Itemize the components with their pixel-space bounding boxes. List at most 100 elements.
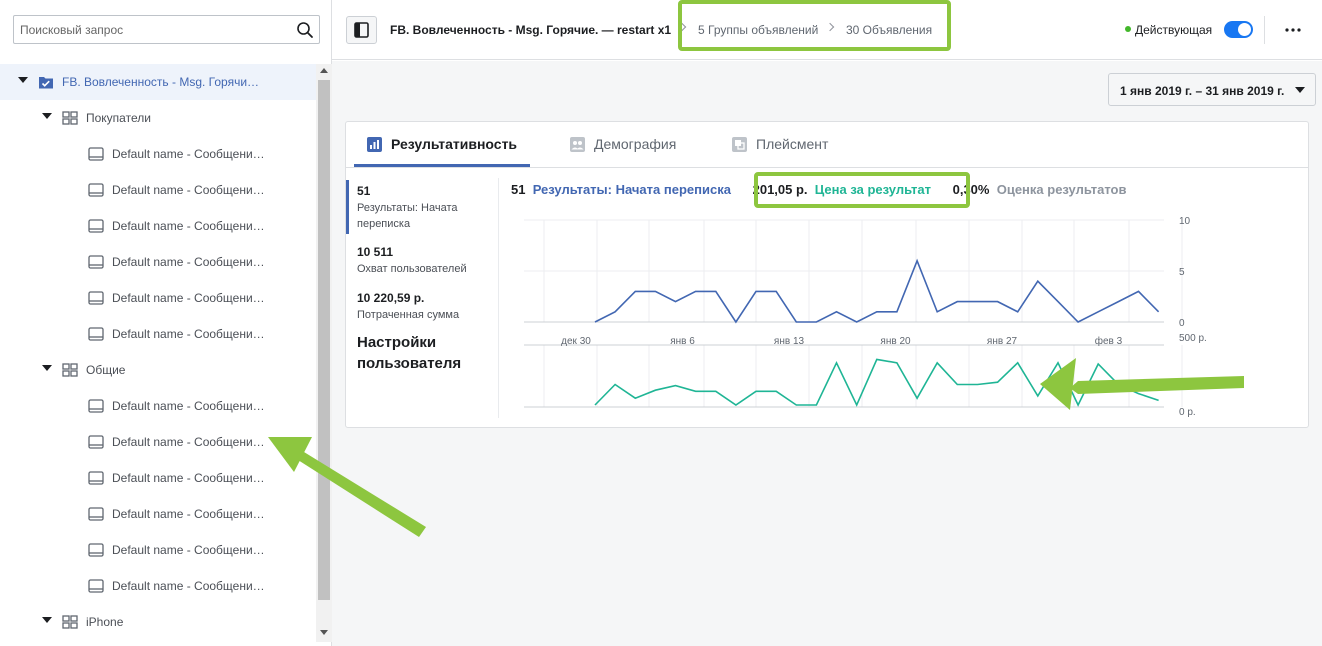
campaign-title: FB. Вовлеченность - Msg. Горячие. — rest…: [390, 23, 672, 37]
metric-results-label: Результаты: Начата переписка: [357, 202, 458, 230]
tab-performance[interactable]: Результативность: [367, 122, 537, 168]
ad-device-icon: [88, 219, 104, 233]
y-tick-label: 500 р.: [1179, 333, 1207, 344]
more-options-icon[interactable]: [1283, 22, 1303, 38]
panel-toggle-button[interactable]: [346, 16, 377, 44]
x-tick-label: янв 27: [987, 336, 1018, 347]
active-metric-indicator: [346, 180, 349, 234]
tree-item-label: Общие: [86, 363, 126, 377]
ad-device-icon: [88, 291, 104, 305]
tree-item-label: Default name - Сообщени…: [112, 471, 265, 485]
ad-device-icon: [88, 399, 104, 413]
ad-device-icon: [88, 471, 104, 485]
tree-ad-row[interactable]: Default name - Сообщени…: [0, 460, 316, 496]
caret-down-icon[interactable]: [18, 77, 28, 83]
metric-results-value[interactable]: 51: [357, 184, 370, 198]
ad-device-icon: [88, 183, 104, 197]
campaign-toggle[interactable]: [1224, 21, 1253, 38]
metric-spend-value[interactable]: 10 220,59 р.: [357, 291, 424, 305]
summary-results-label: Результаты: Начата переписка: [532, 182, 731, 197]
scroll-down-arrow-icon[interactable]: [320, 630, 328, 635]
ad-device-icon: [88, 327, 104, 341]
tree-item-label: Покупатели: [86, 111, 151, 125]
tree-ad-row[interactable]: Default name - Сообщени…: [0, 424, 316, 460]
people-icon: [570, 137, 585, 152]
tree-ad-row[interactable]: Default name - Сообщени…: [0, 316, 316, 352]
tree-ad-row[interactable]: Default name - Сообщени…: [0, 136, 316, 172]
custom-settings-link[interactable]: Настройки пользователя: [357, 332, 497, 374]
x-tick-label: янв 13: [774, 336, 805, 347]
tab-label: Результативность: [391, 136, 518, 152]
ad-device-icon: [88, 507, 104, 521]
divider: [1264, 16, 1265, 44]
tree-adset-row[interactable]: Общие: [0, 352, 316, 388]
tree-item-label: FB. Вовлеченность - Msg. Горячи…: [62, 75, 260, 89]
scroll-up-arrow-icon[interactable]: [320, 68, 328, 73]
campaign-tree: FB. Вовлеченность - Msg. Горячи… Покупат…: [0, 64, 316, 642]
sidebar-scrollbar[interactable]: [316, 64, 332, 642]
bar-chart-icon: [367, 137, 382, 152]
x-tick-label: янв 20: [880, 336, 911, 347]
ads-manager-window: FB. Вовлеченность - Msg. Горячи… Покупат…: [0, 0, 1322, 646]
ad-device-icon: [88, 147, 104, 161]
metric-spend-label: Потраченная сумма: [357, 309, 460, 321]
tree-adset-row[interactable]: iPhone: [0, 604, 316, 640]
sidebar: FB. Вовлеченность - Msg. Горячи… Покупат…: [0, 0, 332, 646]
ad-device-icon: [88, 255, 104, 269]
tree-item-label: Default name - Сообщени…: [112, 543, 265, 557]
date-range-label: 1 янв 2019 г. – 31 янв 2019 г.: [1120, 84, 1285, 98]
ad-device-icon: [88, 579, 104, 593]
main-area: 1 янв 2019 г. – 31 янв 2019 г. Результат…: [332, 61, 1322, 646]
status-label: Действующая: [1135, 23, 1213, 37]
tree-ad-row[interactable]: Default name - Сообщени…: [0, 568, 316, 604]
y-tick-label: 0 р.: [1179, 407, 1196, 418]
caret-down-icon[interactable]: [42, 617, 52, 623]
tree-item-label: Default name - Сообщени…: [112, 147, 265, 161]
tab-demographics[interactable]: Демография: [570, 122, 690, 168]
summary-rank-label: Оценка результатов: [996, 182, 1127, 197]
y-tick-label: 10: [1179, 216, 1191, 227]
tab-placement[interactable]: Плейсмент: [732, 122, 842, 168]
scrollbar-thumb[interactable]: [318, 80, 330, 600]
status-dot: [1125, 26, 1131, 32]
metric-reach-value[interactable]: 10 511: [357, 245, 393, 259]
tree-ad-row[interactable]: Default name - Сообщени…: [0, 532, 316, 568]
caret-down-icon[interactable]: [42, 113, 52, 119]
divider: [346, 167, 1308, 168]
chevron-down-icon: [1295, 87, 1305, 93]
tree-item-label: Default name - Сообщени…: [112, 219, 265, 233]
tab-label: Демография: [594, 136, 677, 152]
side-panel-icon: [354, 22, 369, 38]
tree-ad-row[interactable]: Default name - Сообщени…: [0, 388, 316, 424]
tree-item-label: Default name - Сообщени…: [112, 399, 265, 413]
adset-grid-icon: [62, 111, 78, 125]
metrics-panel: 51 Результаты: Начата переписка 10 511 О…: [346, 178, 499, 418]
tree-item-label: iPhone: [86, 615, 124, 629]
search-box[interactable]: [13, 15, 320, 44]
tree-item-label: Default name - Сообщени…: [112, 327, 265, 341]
search-input[interactable]: [20, 16, 290, 43]
tree-item-label: Default name - Сообщени…: [112, 579, 265, 593]
tree-ad-row[interactable]: Default name - Сообщени…: [0, 280, 316, 316]
search-icon[interactable]: [296, 21, 314, 39]
date-range-button[interactable]: 1 янв 2019 г. – 31 янв 2019 г.: [1108, 73, 1316, 106]
tree-item-label: Default name - Сообщени…: [112, 435, 265, 449]
ad-device-icon: [88, 543, 104, 557]
adset-grid-icon: [62, 363, 78, 377]
ad-device-icon: [88, 435, 104, 449]
tree-item-label: Default name - Сообщени…: [112, 255, 265, 269]
tree-campaign-row[interactable]: FB. Вовлеченность - Msg. Горячи…: [0, 64, 316, 100]
breadcrumb-highlight: [678, 0, 951, 51]
insights-card: Результативность Демография Плейсмент 51…: [345, 121, 1309, 428]
tree-ad-row[interactable]: Default name - Сообщени…: [0, 208, 316, 244]
tree-item-label: Default name - Сообщени…: [112, 183, 265, 197]
placement-icon: [732, 137, 747, 152]
tree-adset-row[interactable]: Покупатели: [0, 100, 316, 136]
tree-ad-row[interactable]: Default name - Сообщени…: [0, 244, 316, 280]
tree-ad-row[interactable]: Default name - Сообщени…: [0, 172, 316, 208]
tree-ad-row[interactable]: Default name - Сообщени…: [0, 496, 316, 532]
campaign-folder-icon: [39, 77, 53, 89]
summary-results-count: 51: [511, 182, 526, 197]
y-tick-label: 5: [1179, 267, 1185, 278]
caret-down-icon[interactable]: [42, 365, 52, 371]
